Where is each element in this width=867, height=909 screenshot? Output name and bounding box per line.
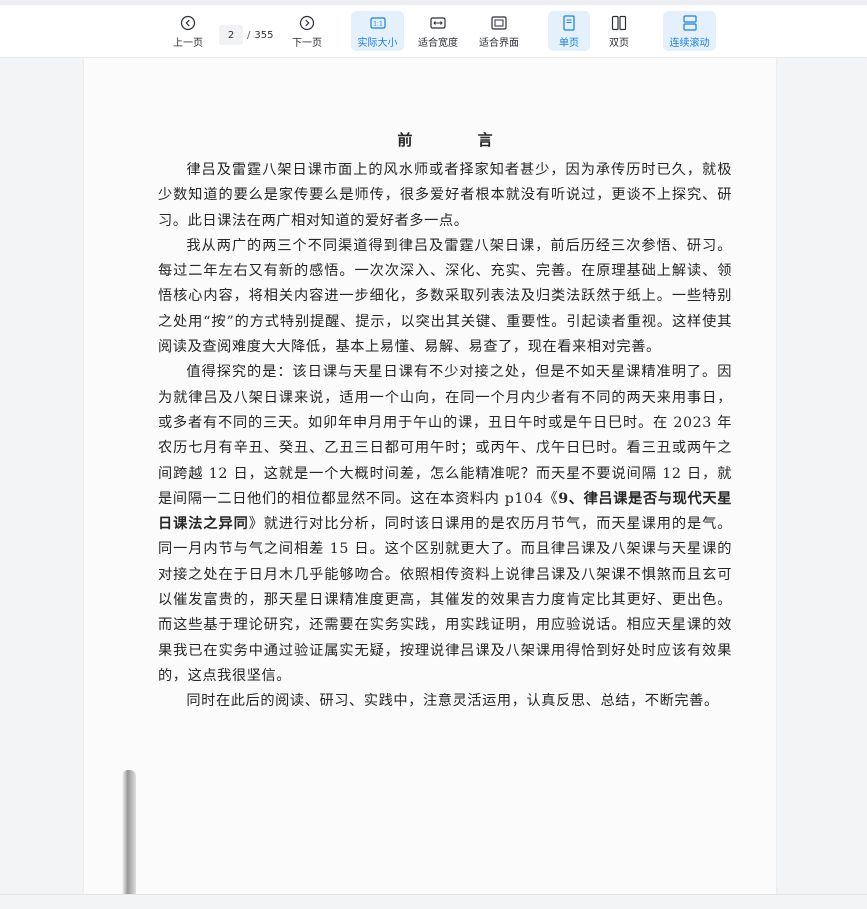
paragraph-3: 值得探究的是：该日课与天星日课有不少对接之处，但是不如天星课精准明了。因为就律吕… [158,360,732,689]
paragraph-1: 律吕及雷霆八架日课市面上的风水师或者择家知者甚少，因为承传历时已久，就极少数知道… [158,162,732,229]
page-separator: / [247,29,251,41]
double-page-label: 双页 [609,38,629,49]
next-page-label: 下一页 [292,38,322,49]
page-title: 前 言 [397,131,523,149]
continuous-scroll-icon [678,13,702,33]
continuous-scroll-button[interactable]: 连续滚动 [663,11,716,51]
paragraph-3-part-a: 值得探究的是：该日课与天星日课有不少对接之处，但是不如天星课精准明了。因为就律吕… [158,364,732,507]
fit-width-button[interactable]: 适合宽度 [414,11,462,51]
page-number-input[interactable] [219,25,243,45]
single-page-label: 单页 [559,38,579,49]
continuous-scroll-label: 连续滚动 [669,38,710,49]
double-page-button[interactable]: 双页 [598,11,640,51]
fit-width-label: 适合宽度 [418,38,458,49]
paragraph-4: 同时在此后的阅读、研习、实践中，注意灵活运用，认真反思、总结，不断完善。 [186,693,719,710]
paragraph-3-part-b: 》就进行对比分析，同时该日课用的是农历月节气，而天星课用的是气。同一月内节与气之… [158,516,732,684]
prev-page-button[interactable]: 上一页 [166,11,210,51]
single-page-button[interactable]: 单页 [548,11,590,51]
one-to-one-icon: 1:1 [366,13,390,33]
actual-size-button[interactable]: 1:1 实际大小 [351,11,404,51]
fit-page-icon [487,13,511,33]
paragraph-2: 我从两广的两三个不同渠道得到律吕及雷霆八架日课，前后历经三次参悟、研习。每过二年… [158,237,732,356]
page-total: 355 [254,29,274,41]
bottom-edge [0,894,867,909]
chevron-left-circle-icon [176,13,200,33]
fit-page-button[interactable]: 适合界面 [474,11,524,51]
double-page-icon [607,13,631,33]
prev-page-label: 上一页 [173,38,203,49]
actual-size-label: 实际大小 [357,38,398,49]
document-viewport[interactable]: 前 言 律吕及雷霆八架日课市面上的风水师或者择家知者甚少，因为承传历时已久，就极… [0,58,867,894]
svg-text:1:1: 1:1 [373,21,383,28]
chevron-right-circle-icon [295,13,319,33]
page-content: 前 言 律吕及雷霆八架日课市面上的风水师或者择家知者甚少，因为承传历时已久，就极… [158,128,732,715]
scan-shadow [122,770,136,894]
document-page: 前 言 律吕及雷霆八架日课市面上的风水师或者择家知者甚少，因为承传历时已久，就极… [84,58,776,894]
single-page-icon [557,13,581,33]
fit-width-icon [426,13,450,33]
viewer-toolbar: 上一页 / 355 下一页 1:1 实际大小 适合宽度 适合界面 单页 [0,5,867,58]
fit-page-label: 适合界面 [479,38,519,49]
page-indicator: / 355 [219,24,273,46]
next-page-button[interactable]: 下一页 [285,11,329,51]
